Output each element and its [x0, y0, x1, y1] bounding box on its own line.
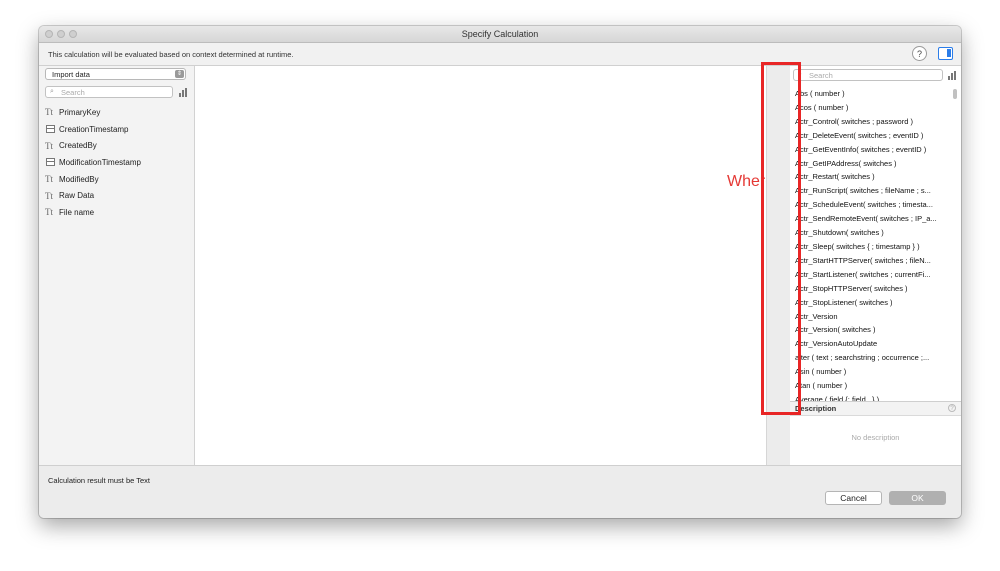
no-description-text: No description [851, 433, 900, 442]
highlight-box [761, 62, 801, 415]
ok-button[interactable]: OK [889, 491, 946, 505]
search-placeholder: Search [61, 88, 85, 97]
field-item[interactable]: Tt Raw Data [45, 187, 141, 204]
function-item[interactable]: Actr_StartListener( switches ; currentFi… [795, 268, 948, 282]
function-item[interactable]: Actr_ScheduleEvent( switches ; timesta..… [795, 198, 948, 212]
function-list: Abs ( number ) Acos ( number ) Actr_Cont… [795, 87, 948, 401]
text-field-icon: Tt [45, 207, 53, 218]
function-item[interactable]: Actr_StopHTTPServer( switches ) [795, 282, 948, 296]
text-field-icon: Tt [45, 174, 53, 185]
function-item[interactable]: Asin ( number ) [795, 365, 948, 379]
function-item[interactable]: Actr_SendRemoteEvent( switches ; IP_a... [795, 212, 948, 226]
function-item[interactable]: Actr_RunScript( switches ; fileName ; s.… [795, 184, 948, 198]
timestamp-field-icon [46, 158, 55, 167]
fields-search-input[interactable]: ⌕ Search [45, 86, 173, 98]
text-field-icon: Tt [45, 190, 53, 201]
info-bar: This calculation will be evaluated based… [39, 43, 961, 66]
function-item[interactable]: Actr_DeleteEvent( switches ; eventID ) [795, 129, 948, 143]
field-item[interactable]: Tt PrimaryKey [45, 104, 141, 121]
description-help-icon[interactable]: ? [948, 404, 956, 412]
field-item[interactable]: ModificationTimestamp [45, 154, 141, 171]
calculation-editor[interactable]: Where did all these go? [195, 66, 895, 465]
function-item[interactable]: Atan ( number ) [795, 379, 948, 393]
field-list: Tt PrimaryKey CreationTimestamp Tt Created… [45, 104, 141, 221]
field-name: CreatedBy [59, 141, 97, 151]
functions-search-input[interactable]: ⌕ Search [793, 69, 943, 81]
sort-bars-icon[interactable] [179, 88, 188, 97]
field-name: ModifiedBy [59, 174, 99, 184]
function-item[interactable]: Acos ( number ) [795, 101, 948, 115]
function-item[interactable]: Actr_GetEventInfo( switches ; eventID ) [795, 143, 948, 157]
function-item[interactable]: Actr_GetIPAddress( switches ) [795, 157, 948, 171]
function-item[interactable]: Average ( field {; field...} ) [795, 393, 948, 401]
description-header: Description ? [790, 401, 961, 416]
function-item[interactable]: Actr_Restart( switches ) [795, 170, 948, 184]
dropdown-value: Import data [52, 70, 90, 79]
specify-calculation-dialog: Specify Calculation This calculation wil… [39, 26, 961, 518]
function-item[interactable]: alter ( text ; searchstring ; occurrence… [795, 351, 948, 365]
function-item[interactable]: Actr_VersionAutoUpdate [795, 337, 948, 351]
field-name: PrimaryKey [59, 107, 101, 117]
field-item[interactable]: CreationTimestamp [45, 121, 141, 138]
function-item[interactable]: Actr_Control( switches ; password ) [795, 115, 948, 129]
field-item[interactable]: Tt ModifiedBy [45, 171, 141, 188]
description-label: Description [795, 404, 837, 413]
search-placeholder: Search [809, 71, 833, 80]
fields-panel: Import data ⇕ ⌕ Search Tt PrimaryKey Crea… [39, 66, 195, 465]
field-name: CreationTimestamp [59, 124, 129, 134]
context-info-text: This calculation will be evaluated based… [48, 50, 294, 59]
result-type-label: Calculation result must be Text [48, 476, 150, 485]
window-title: Specify Calculation [461, 29, 539, 39]
function-item[interactable]: Actr_Sleep( switches { ; timestamp } ) [795, 240, 948, 254]
field-item[interactable]: Tt File name [45, 204, 141, 221]
text-field-icon: Tt [45, 140, 53, 151]
toggle-panel-button[interactable] [938, 47, 953, 60]
timestamp-field-icon [46, 125, 55, 134]
help-button[interactable]: ? [912, 46, 927, 61]
function-item[interactable]: Actr_Version [795, 310, 948, 324]
title-bar[interactable]: Specify Calculation [39, 26, 961, 43]
functions-panel: ⌕ Search Abs ( number ) Acos ( number ) … [790, 66, 961, 465]
function-list-scrollbar[interactable] [953, 89, 957, 99]
function-item[interactable]: Abs ( number ) [795, 87, 948, 101]
field-name: Raw Data [59, 191, 95, 201]
text-field-icon: Tt [45, 107, 53, 118]
cancel-button[interactable]: Cancel [825, 491, 882, 505]
function-item[interactable]: Actr_Shutdown( switches ) [795, 226, 948, 240]
table-occurrence-dropdown[interactable]: Import data ⇕ [45, 68, 186, 80]
function-item[interactable]: Actr_StartHTTPServer( switches ; fileN..… [795, 254, 948, 268]
function-item[interactable]: Actr_Version( switches ) [795, 323, 948, 337]
field-name: File name [59, 207, 95, 217]
field-item[interactable]: Tt CreatedBy [45, 137, 141, 154]
dialog-footer: Calculation result must be Text Cancel O… [39, 465, 961, 518]
search-icon: ⌕ [50, 88, 54, 95]
field-name: ModificationTimestamp [59, 157, 141, 167]
sidebar-icon [947, 49, 951, 57]
function-item[interactable]: Actr_StopListener( switches ) [795, 296, 948, 310]
updown-arrows-icon: ⇕ [175, 70, 184, 78]
sort-bars-icon[interactable] [948, 71, 957, 80]
